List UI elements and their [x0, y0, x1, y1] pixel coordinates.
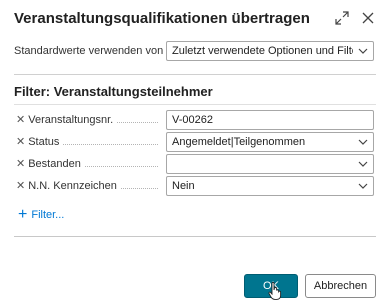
filter-label: Bestanden: [28, 158, 81, 170]
dotted-leader: [117, 121, 158, 123]
filter-value: Angemeldet|Teilgenommen: [172, 136, 306, 148]
chevron-down-icon[interactable]: [353, 177, 373, 195]
remove-filter-icon[interactable]: ✕: [16, 180, 25, 192]
defaults-select[interactable]: Zuletzt verwendete Optionen und Filter: [166, 41, 374, 61]
filter-select-nn-kennzeichen[interactable]: Nein: [166, 176, 374, 196]
chevron-down-icon[interactable]: [353, 155, 373, 173]
plus-icon: +: [18, 206, 28, 223]
filter-select-bestanden[interactable]: [166, 154, 374, 174]
filter-row-label: ✕ Veranstaltungsnr.: [16, 109, 164, 131]
divider: [14, 236, 376, 237]
filter-row-label: ✕ Status: [16, 131, 164, 153]
filter-value: Nein: [172, 180, 195, 192]
close-icon[interactable]: [358, 8, 378, 28]
dialog-title: Veranstaltungsqualifikationen übertragen: [14, 10, 310, 27]
add-filter-link[interactable]: + Filter...: [18, 207, 64, 223]
filter-input-veranstaltungsnr[interactable]: V-00262: [166, 110, 374, 130]
filter-section-title: Filter: Veranstaltungsteilnehmer: [14, 84, 213, 99]
remove-filter-icon[interactable]: ✕: [16, 158, 25, 170]
remove-filter-icon[interactable]: ✕: [16, 114, 25, 126]
filter-select-status[interactable]: Angemeldet|Teilgenommen: [166, 132, 374, 152]
filter-row-label: ✕ N.N. Kennzeichen: [16, 175, 164, 197]
filter-label: Status: [28, 136, 60, 148]
filter-value: V-00262: [172, 114, 213, 126]
filter-label: Veranstaltungsnr.: [28, 114, 114, 126]
filter-label: N.N. Kennzeichen: [28, 180, 117, 192]
cancel-button[interactable]: Abbrechen: [305, 274, 376, 298]
dialog: Veranstaltungsqualifikationen übertragen…: [0, 0, 390, 308]
add-filter-label: Filter...: [31, 209, 65, 221]
divider: [14, 74, 376, 75]
chevron-down-icon[interactable]: [353, 133, 373, 151]
dotted-leader: [120, 187, 158, 189]
chevron-down-icon[interactable]: [353, 42, 373, 60]
defaults-select-value: Zuletzt verwendete Optionen und Filter: [172, 45, 353, 57]
divider: [14, 104, 376, 105]
dotted-leader: [63, 143, 158, 145]
hand-cursor-icon: [268, 282, 282, 305]
defaults-label: Standardwerte verwenden von: [14, 45, 164, 57]
remove-filter-icon[interactable]: ✕: [16, 136, 25, 148]
dotted-leader: [84, 165, 158, 167]
defaults-row: Standardwerte verwenden von: [14, 40, 164, 62]
expand-icon[interactable]: [332, 8, 352, 28]
filter-row-label: ✕ Bestanden: [16, 153, 164, 175]
